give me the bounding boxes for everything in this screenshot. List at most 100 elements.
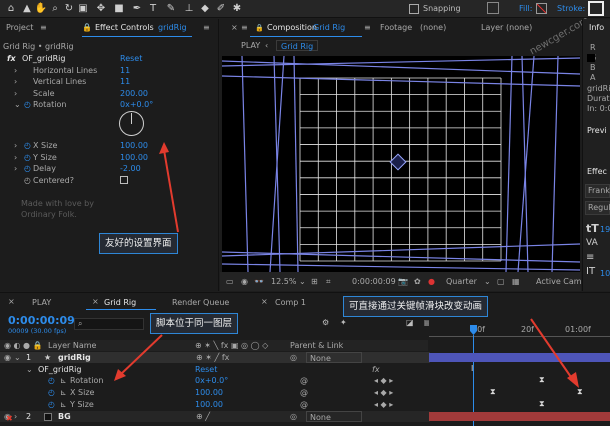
stopwatch-icon[interactable]: ◴ bbox=[48, 399, 55, 410]
transparency-icon[interactable]: ▦ bbox=[512, 276, 520, 287]
column-layer-name[interactable]: Layer Name bbox=[48, 340, 96, 351]
brush-tool-icon[interactable]: ✎ bbox=[164, 2, 178, 16]
hand-tool-icon[interactable]: ✋ bbox=[34, 2, 48, 16]
lock-icon[interactable]: 🔒 bbox=[255, 20, 264, 36]
stopwatch-icon[interactable]: ◴ bbox=[48, 375, 55, 386]
text-tool-icon[interactable]: T bbox=[146, 2, 160, 16]
menu-icon[interactable]: ≡ bbox=[364, 20, 371, 36]
stroke-label[interactable]: Stroke: bbox=[557, 3, 585, 15]
tab-project[interactable]: Project bbox=[6, 20, 33, 36]
color-icon[interactable]: ✿ bbox=[414, 276, 421, 287]
expression-icon[interactable]: @ bbox=[300, 375, 308, 386]
effect-name[interactable]: OF_gridRig bbox=[22, 53, 65, 64]
effect-row-name[interactable]: OF_gridRig bbox=[38, 364, 81, 375]
render-icon[interactable]: ✖ bbox=[6, 414, 13, 423]
tab-composition-name[interactable]: Grid Rig bbox=[313, 20, 345, 36]
parent-dropdown[interactable]: None bbox=[306, 352, 362, 363]
home-icon[interactable]: ⌂ bbox=[4, 2, 18, 16]
tab-layer[interactable]: Layer bbox=[481, 20, 503, 36]
prop-value-rotation[interactable]: 0x+0.0° bbox=[195, 375, 228, 386]
chevron-down-icon[interactable]: ⌄ bbox=[14, 352, 21, 363]
font-style-dropdown[interactable]: Regul bbox=[585, 201, 610, 215]
param-value-y-size[interactable]: 100.00 bbox=[120, 152, 148, 163]
effect-reset-button[interactable]: Reset bbox=[120, 53, 142, 64]
channel-icon[interactable]: ● bbox=[428, 276, 435, 287]
keyframe-icon[interactable]: I bbox=[471, 364, 473, 373]
stopwatch-icon[interactable]: ◴ bbox=[48, 387, 55, 398]
zoom-value[interactable]: 12.5% bbox=[271, 276, 296, 287]
font-dropdown[interactable]: Frank bbox=[585, 184, 610, 198]
align-icon[interactable] bbox=[487, 2, 499, 14]
chevron-down-icon[interactable]: ⌄ bbox=[299, 276, 306, 287]
keyframe-icon[interactable]: ⧗ bbox=[490, 387, 496, 397]
layer-switches[interactable]: ⊕ ╱ bbox=[196, 411, 210, 422]
tab-effects[interactable]: Effec bbox=[587, 166, 607, 177]
rotation-dial[interactable] bbox=[119, 111, 144, 136]
chevron-right-icon[interactable]: › bbox=[14, 411, 17, 422]
tab-composition[interactable]: Composition bbox=[267, 20, 317, 36]
prop-value-y-size[interactable]: 100.00 bbox=[195, 399, 223, 410]
param-value-horizontal-lines[interactable]: 11 bbox=[120, 65, 130, 76]
keyframe-nav-icon[interactable]: ◂ ◆ ▸ bbox=[374, 399, 393, 410]
close-icon[interactable]: × bbox=[231, 20, 238, 36]
pen-tool-icon[interactable]: ✒ bbox=[130, 2, 144, 16]
fill-swatch[interactable] bbox=[536, 3, 547, 14]
parent-dropdown[interactable]: None bbox=[306, 411, 362, 422]
eraser-icon[interactable]: ◆ bbox=[198, 2, 212, 16]
tab-effect-controls[interactable]: Effect Controls bbox=[95, 20, 154, 36]
chevron-right-icon[interactable]: › bbox=[14, 163, 17, 174]
active-camera-dropdown[interactable]: Active Came bbox=[536, 276, 587, 287]
timeline-tab-play[interactable]: PLAY bbox=[32, 297, 51, 308]
layer-name[interactable]: gridRig bbox=[58, 352, 91, 363]
stopwatch-icon[interactable]: ◴ bbox=[24, 163, 31, 174]
timeline-search-input[interactable]: ⌕ bbox=[74, 318, 144, 330]
prop-value-x-size[interactable]: 100.00 bbox=[195, 387, 223, 398]
menu-icon[interactable]: ≡ bbox=[241, 20, 248, 36]
clone-stamp-icon[interactable]: ⊥ bbox=[182, 2, 196, 16]
param-value-x-size[interactable]: 100.00 bbox=[120, 140, 148, 151]
panel-menu-icon[interactable]: ≡ bbox=[203, 20, 210, 36]
keyframe-nav-icon[interactable]: ◂ ◆ ▸ bbox=[374, 375, 393, 386]
effect-row-reset[interactable]: Reset bbox=[195, 364, 217, 375]
vertical-scale-value[interactable]: 10 bbox=[600, 268, 610, 279]
timeline-timecode[interactable]: 0:00:00:09 bbox=[8, 314, 75, 327]
chevron-right-icon[interactable]: › bbox=[14, 140, 17, 151]
close-icon[interactable]: × bbox=[261, 297, 268, 306]
stroke-swatch[interactable] bbox=[588, 1, 604, 16]
chevron-right-icon[interactable]: › bbox=[14, 88, 17, 99]
param-value-delay[interactable]: -2.00 bbox=[120, 163, 141, 174]
chevron-right-icon[interactable]: › bbox=[14, 152, 17, 163]
stopwatch-icon[interactable]: ◴ bbox=[24, 99, 31, 110]
keyframe-nav-icon[interactable]: ◂ ◆ ▸ bbox=[374, 387, 393, 398]
chevron-down-icon[interactable]: ⌄ bbox=[484, 276, 491, 287]
camera-icon[interactable]: 📷 bbox=[398, 276, 408, 287]
pan-behind-icon[interactable]: ✥ bbox=[94, 2, 108, 16]
expression-icon[interactable]: @ bbox=[300, 387, 308, 398]
motion-blur-icon[interactable]: ◪ bbox=[406, 318, 414, 327]
zoom-tool-icon[interactable]: ⌕ bbox=[48, 2, 62, 16]
snapping-checkbox[interactable] bbox=[409, 4, 419, 14]
timeline-tab-render-queue[interactable]: Render Queue bbox=[172, 297, 229, 308]
font-size-value[interactable]: 19 bbox=[600, 224, 610, 235]
tab-footage[interactable]: Footage bbox=[380, 20, 412, 36]
stopwatch-icon[interactable]: ◴ bbox=[24, 152, 31, 163]
draft-3d-icon[interactable]: ✦ bbox=[340, 318, 347, 327]
menu-icon[interactable]: ≡ bbox=[40, 20, 47, 36]
roi-icon[interactable]: ▢ bbox=[497, 276, 505, 287]
centered-checkbox[interactable] bbox=[120, 176, 128, 184]
column-parent[interactable]: Parent & Link bbox=[290, 340, 343, 351]
fit-icon[interactable]: ⌗ bbox=[326, 276, 331, 287]
puppet-pin-icon[interactable]: ✱ bbox=[230, 2, 244, 16]
close-icon[interactable]: × bbox=[92, 297, 99, 306]
tab-effect-target[interactable]: gridRig bbox=[158, 20, 187, 36]
chevron-right-icon[interactable]: › bbox=[14, 76, 17, 87]
flow-grid-rig[interactable]: Grid Rig bbox=[276, 40, 319, 51]
grid-icon[interactable]: ⊞ bbox=[311, 276, 318, 287]
comp-marker-icon[interactable]: ⚙ bbox=[322, 318, 329, 327]
tab-info[interactable]: Info bbox=[589, 20, 604, 36]
timeline-tab-comp-1[interactable]: Comp 1 bbox=[275, 297, 306, 308]
rectangle-tool-icon[interactable]: ■ bbox=[112, 2, 126, 16]
layer-bar[interactable] bbox=[429, 412, 610, 421]
flow-play[interactable]: PLAY bbox=[241, 40, 260, 51]
layer-name[interactable]: BG bbox=[58, 411, 71, 422]
